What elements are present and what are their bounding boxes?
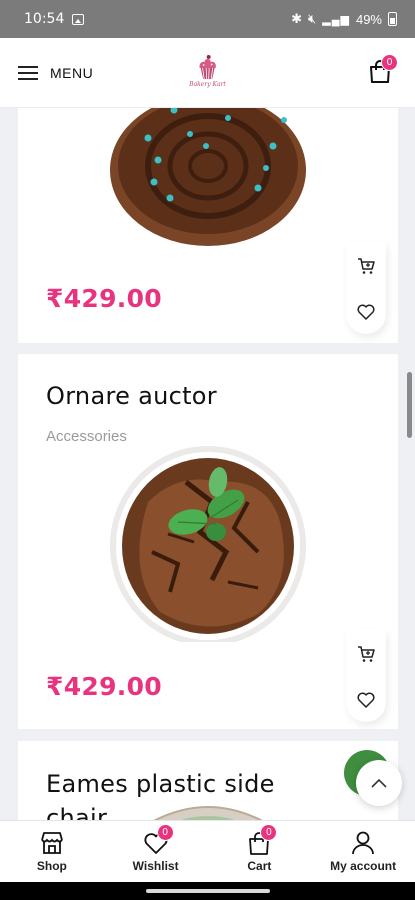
chevron-up-icon	[371, 778, 387, 788]
gesture-bar	[0, 882, 415, 900]
product-actions	[346, 630, 386, 722]
nav-shop[interactable]: Shop	[0, 821, 104, 882]
mute-icon: 🔇︎	[308, 11, 317, 26]
nav-cart[interactable]: 0 Cart	[208, 821, 312, 882]
battery-icon	[388, 12, 397, 26]
wishlist-heart-icon[interactable]	[357, 304, 375, 320]
product-card[interactable]: Ornare auctor Accessories ₹429.00	[18, 354, 398, 729]
menu-label: MENU	[50, 64, 94, 81]
nav-shop-label: Shop	[36, 859, 67, 873]
bottom-nav: Shop 0 Wishlist 0 Cart My account	[0, 820, 415, 882]
status-time: 10:54	[24, 11, 65, 27]
status-bar: 10:54 ✱ 🔇︎ ▂▄▆ 49%	[0, 0, 415, 38]
nav-wishlist-label: Wishlist	[132, 859, 179, 873]
nav-cart-label: Cart	[247, 859, 272, 873]
chocolate-cake-image[interactable]	[108, 442, 308, 642]
scrollbar[interactable]	[407, 372, 412, 438]
nav-account-label: My account	[330, 859, 397, 873]
user-icon	[350, 830, 376, 856]
heart-icon: 0	[143, 824, 174, 856]
product-title[interactable]: Ornare auctor	[46, 382, 217, 410]
add-to-cart-icon[interactable]	[357, 645, 375, 663]
battery-percent: 49%	[355, 11, 382, 27]
add-to-cart-icon[interactable]	[357, 257, 375, 275]
product-actions	[346, 242, 386, 334]
scroll-to-top-button[interactable]	[356, 760, 402, 806]
cupcake-logo-icon	[199, 55, 216, 80]
menu-button[interactable]: MENU	[18, 65, 93, 81]
cart-bag-icon: 0	[246, 824, 278, 856]
header-cart-count: 0	[381, 54, 398, 71]
product-card[interactable]: ₹429.00	[18, 108, 398, 343]
wishlist-heart-icon[interactable]	[357, 692, 375, 708]
cart-count: 0	[260, 824, 278, 841]
home-indicator[interactable]	[146, 889, 270, 893]
product-price: ₹429.00	[46, 672, 162, 701]
bluetooth-icon: ✱	[291, 11, 303, 26]
wishlist-count: 0	[156, 824, 174, 841]
shop-icon	[39, 830, 65, 856]
product-card[interactable]: Eames plastic side chair	[18, 741, 398, 820]
signal-icon: ▂▄▆	[322, 13, 350, 26]
chocolate-tart-image[interactable]	[108, 108, 308, 248]
header-cart-button[interactable]: 0	[369, 54, 398, 86]
site-logo[interactable]: Bakery Kart	[189, 52, 226, 88]
header-bar: MENU Bakery Kart 0	[0, 38, 415, 108]
hamburger-icon	[18, 65, 38, 80]
logo-text: Bakery Kart	[189, 81, 226, 88]
status-icons: ✱ 🔇︎ ▂▄▆ 49%	[291, 11, 397, 27]
product-price: ₹429.00	[46, 284, 162, 313]
product-image[interactable]	[138, 797, 278, 820]
nav-my-account[interactable]: My account	[311, 821, 415, 882]
gallery-notification-icon	[72, 13, 85, 25]
nav-wishlist[interactable]: 0 Wishlist	[104, 821, 208, 882]
product-list[interactable]: ₹429.00 Ornare auctor Accessories ₹429.0…	[0, 108, 415, 820]
